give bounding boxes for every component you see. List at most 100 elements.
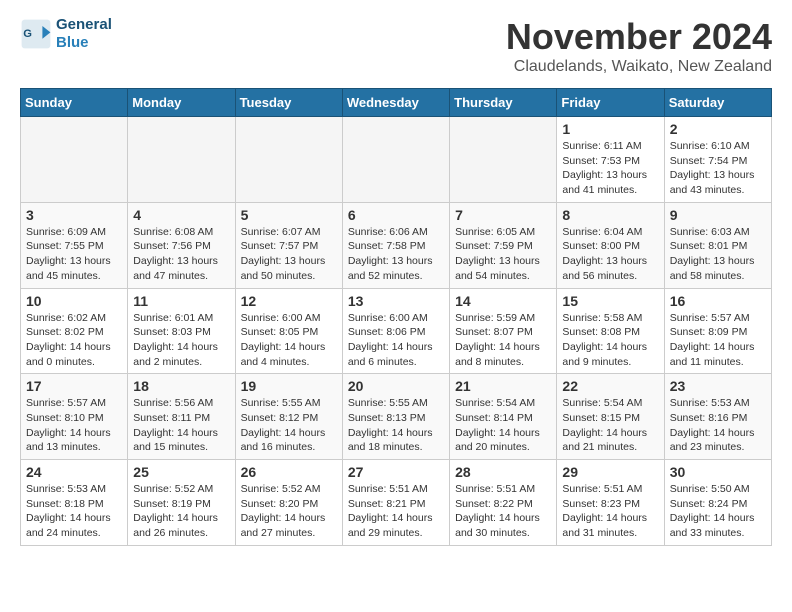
calendar-cell	[21, 117, 128, 203]
logo: G General Blue	[20, 16, 112, 52]
day-number: 3	[26, 207, 122, 223]
day-number: 24	[26, 464, 122, 480]
day-number: 25	[133, 464, 229, 480]
day-info: Sunrise: 5:51 AMSunset: 8:22 PMDaylight:…	[455, 482, 551, 541]
day-info: Sunrise: 6:06 AMSunset: 7:58 PMDaylight:…	[348, 225, 444, 284]
calendar-cell: 5 Sunrise: 6:07 AMSunset: 7:57 PMDaylight…	[235, 202, 342, 288]
weekday-header-wednesday: Wednesday	[342, 89, 449, 117]
day-info: Sunrise: 5:54 AMSunset: 8:15 PMDaylight:…	[562, 396, 658, 455]
day-number: 1	[562, 121, 658, 137]
day-number: 8	[562, 207, 658, 223]
calendar-cell: 9 Sunrise: 6:03 AMSunset: 8:01 PMDaylight…	[664, 202, 771, 288]
weekday-header-saturday: Saturday	[664, 89, 771, 117]
calendar-week-2: 3Sunrise: 6:09 AMSunset: 7:55 PMDaylight…	[21, 202, 772, 288]
day-number: 23	[670, 378, 766, 394]
calendar-cell: 25 Sunrise: 5:52 AMSunset: 8:19 PMDayligh…	[128, 460, 235, 546]
calendar-week-5: 24 Sunrise: 5:53 AMSunset: 8:18 PMDayligh…	[21, 460, 772, 546]
calendar-header: SundayMondayTuesdayWednesdayThursdayFrid…	[21, 89, 772, 117]
calendar-cell: 3Sunrise: 6:09 AMSunset: 7:55 PMDaylight…	[21, 202, 128, 288]
day-info: Sunrise: 5:59 AMSunset: 8:07 PMDaylight:…	[455, 311, 551, 370]
day-info: Sunrise: 5:53 AMSunset: 8:18 PMDaylight:…	[26, 482, 122, 541]
day-info: Sunrise: 6:11 AMSunset: 7:53 PMDaylight:…	[562, 139, 658, 198]
calendar-cell: 23 Sunrise: 5:53 AMSunset: 8:16 PMDayligh…	[664, 374, 771, 460]
calendar-cell: 17Sunrise: 5:57 AMSunset: 8:10 PMDayligh…	[21, 374, 128, 460]
weekday-header-sunday: Sunday	[21, 89, 128, 117]
day-info: Sunrise: 6:00 AMSunset: 8:05 PMDaylight:…	[241, 311, 337, 370]
calendar-cell: 1 Sunrise: 6:11 AMSunset: 7:53 PMDaylight…	[557, 117, 664, 203]
calendar-cell: 24 Sunrise: 5:53 AMSunset: 8:18 PMDayligh…	[21, 460, 128, 546]
calendar-body: 1 Sunrise: 6:11 AMSunset: 7:53 PMDaylight…	[21, 117, 772, 546]
calendar-cell: 30Sunrise: 5:50 AMSunset: 8:24 PMDayligh…	[664, 460, 771, 546]
calendar-cell: 6 Sunrise: 6:06 AMSunset: 7:58 PMDaylight…	[342, 202, 449, 288]
weekday-header-monday: Monday	[128, 89, 235, 117]
calendar-week-3: 10Sunrise: 6:02 AMSunset: 8:02 PMDayligh…	[21, 288, 772, 374]
day-info: Sunrise: 6:01 AMSunset: 8:03 PMDaylight:…	[133, 311, 229, 370]
day-info: Sunrise: 5:54 AMSunset: 8:14 PMDaylight:…	[455, 396, 551, 455]
location: Claudelands, Waikato, New Zealand	[506, 58, 772, 76]
day-number: 9	[670, 207, 766, 223]
day-number: 20	[348, 378, 444, 394]
day-number: 11	[133, 293, 229, 309]
calendar-cell: 22 Sunrise: 5:54 AMSunset: 8:15 PMDayligh…	[557, 374, 664, 460]
day-info: Sunrise: 5:51 AMSunset: 8:23 PMDaylight:…	[562, 482, 658, 541]
day-info: Sunrise: 5:57 AMSunset: 8:10 PMDaylight:…	[26, 396, 122, 455]
day-number: 4	[133, 207, 229, 223]
day-number: 26	[241, 464, 337, 480]
day-info: Sunrise: 6:07 AMSunset: 7:57 PMDaylight:…	[241, 225, 337, 284]
calendar-cell: 7 Sunrise: 6:05 AMSunset: 7:59 PMDaylight…	[450, 202, 557, 288]
day-number: 27	[348, 464, 444, 480]
day-number: 5	[241, 207, 337, 223]
day-info: Sunrise: 6:00 AMSunset: 8:06 PMDaylight:…	[348, 311, 444, 370]
day-info: Sunrise: 6:04 AMSunset: 8:00 PMDaylight:…	[562, 225, 658, 284]
svg-text:G: G	[23, 28, 32, 40]
day-info: Sunrise: 6:05 AMSunset: 7:59 PMDaylight:…	[455, 225, 551, 284]
day-number: 13	[348, 293, 444, 309]
day-info: Sunrise: 5:51 AMSunset: 8:21 PMDaylight:…	[348, 482, 444, 541]
calendar-cell: 26 Sunrise: 5:52 AMSunset: 8:20 PMDayligh…	[235, 460, 342, 546]
day-number: 6	[348, 207, 444, 223]
weekday-header-friday: Friday	[557, 89, 664, 117]
calendar-cell: 11 Sunrise: 6:01 AMSunset: 8:03 PMDayligh…	[128, 288, 235, 374]
day-number: 15	[562, 293, 658, 309]
calendar-cell: 13 Sunrise: 6:00 AMSunset: 8:06 PMDayligh…	[342, 288, 449, 374]
day-info: Sunrise: 6:10 AMSunset: 7:54 PMDaylight:…	[670, 139, 766, 198]
calendar-cell: 8 Sunrise: 6:04 AMSunset: 8:00 PMDaylight…	[557, 202, 664, 288]
page-header: G General Blue November 2024 Claudelands…	[20, 16, 772, 76]
day-number: 7	[455, 207, 551, 223]
logo-icon: G	[20, 18, 52, 50]
day-info: Sunrise: 5:53 AMSunset: 8:16 PMDaylight:…	[670, 396, 766, 455]
day-number: 16	[670, 293, 766, 309]
day-info: Sunrise: 5:50 AMSunset: 8:24 PMDaylight:…	[670, 482, 766, 541]
calendar-cell: 14 Sunrise: 5:59 AMSunset: 8:07 PMDayligh…	[450, 288, 557, 374]
day-info: Sunrise: 6:03 AMSunset: 8:01 PMDaylight:…	[670, 225, 766, 284]
day-number: 19	[241, 378, 337, 394]
calendar-cell: 10Sunrise: 6:02 AMSunset: 8:02 PMDayligh…	[21, 288, 128, 374]
calendar-cell: 12 Sunrise: 6:00 AMSunset: 8:05 PMDayligh…	[235, 288, 342, 374]
day-number: 28	[455, 464, 551, 480]
weekday-row: SundayMondayTuesdayWednesdayThursdayFrid…	[21, 89, 772, 117]
calendar-cell: 29Sunrise: 5:51 AMSunset: 8:23 PMDayligh…	[557, 460, 664, 546]
day-info: Sunrise: 5:57 AMSunset: 8:09 PMDaylight:…	[670, 311, 766, 370]
calendar-week-1: 1 Sunrise: 6:11 AMSunset: 7:53 PMDaylight…	[21, 117, 772, 203]
calendar-table: SundayMondayTuesdayWednesdayThursdayFrid…	[20, 88, 772, 546]
day-info: Sunrise: 5:52 AMSunset: 8:19 PMDaylight:…	[133, 482, 229, 541]
logo-blue: Blue	[56, 34, 89, 51]
calendar-cell: 16 Sunrise: 5:57 AMSunset: 8:09 PMDayligh…	[664, 288, 771, 374]
calendar-cell	[342, 117, 449, 203]
logo-general: General	[56, 16, 112, 33]
calendar-cell: 15Sunrise: 5:58 AMSunset: 8:08 PMDayligh…	[557, 288, 664, 374]
calendar-cell: 4 Sunrise: 6:08 AMSunset: 7:56 PMDaylight…	[128, 202, 235, 288]
title-block: November 2024 Claudelands, Waikato, New …	[506, 16, 772, 76]
weekday-header-thursday: Thursday	[450, 89, 557, 117]
day-number: 14	[455, 293, 551, 309]
weekday-header-tuesday: Tuesday	[235, 89, 342, 117]
day-info: Sunrise: 5:56 AMSunset: 8:11 PMDaylight:…	[133, 396, 229, 455]
page-container: G General Blue November 2024 Claudelands…	[0, 0, 792, 562]
day-info: Sunrise: 6:08 AMSunset: 7:56 PMDaylight:…	[133, 225, 229, 284]
calendar-cell: 27 Sunrise: 5:51 AMSunset: 8:21 PMDayligh…	[342, 460, 449, 546]
day-info: Sunrise: 5:52 AMSunset: 8:20 PMDaylight:…	[241, 482, 337, 541]
day-number: 12	[241, 293, 337, 309]
day-number: 22	[562, 378, 658, 394]
month-title: November 2024	[506, 16, 772, 58]
day-number: 10	[26, 293, 122, 309]
